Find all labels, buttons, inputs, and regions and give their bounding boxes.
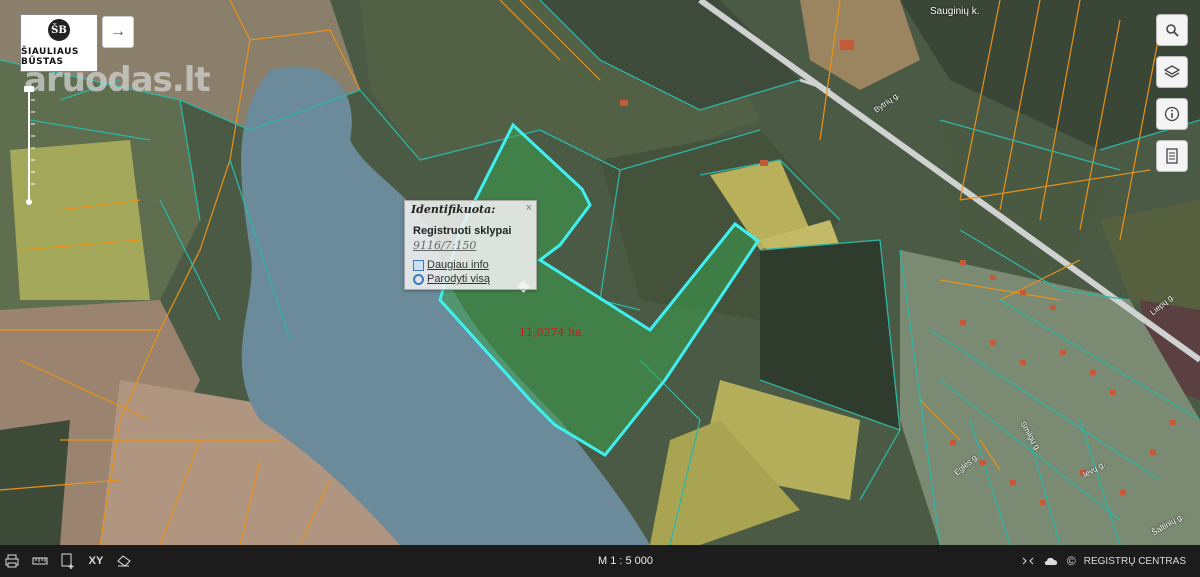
print-button[interactable] [4, 553, 20, 569]
document-icon [1166, 148, 1178, 164]
show-all-link[interactable]: Parodyti visą [413, 273, 490, 285]
print-icon [5, 554, 19, 568]
search-button[interactable] [1156, 14, 1188, 46]
coordinates-button[interactable]: XY [88, 553, 104, 569]
village-label: Sauginių k. [930, 6, 980, 17]
magnifier-icon [413, 273, 424, 285]
more-info-label: Daugiau info [427, 259, 489, 271]
ruler-icon [32, 557, 48, 565]
popup-layer-name: Registruoti sklypai [413, 225, 512, 237]
parcel-area-label: 11,0274 ha [519, 326, 582, 339]
show-all-label: Parodyti visą [427, 273, 490, 285]
copyright-icon: © [1066, 554, 1076, 568]
arrow-right-icon: → [110, 23, 126, 40]
layers-button[interactable] [1156, 56, 1188, 88]
xy-icon: XY [88, 555, 104, 567]
bottom-brand: © REGISTRŲ CENTRAS [1021, 545, 1186, 577]
popup-title: Identifikuota: [411, 203, 496, 216]
zoom-slider[interactable] [22, 84, 36, 208]
parcel-id-link[interactable]: 9116/7:150 [413, 239, 476, 252]
brand-label: REGISTRŲ CENTRAS [1083, 555, 1186, 567]
eraser-button[interactable] [116, 553, 132, 569]
zoom-handle[interactable] [24, 86, 34, 92]
info-icon [1164, 106, 1180, 122]
identify-popup: Identifikuota: × Registruoti sklypai 911… [404, 200, 537, 290]
more-info-link[interactable]: Daugiau info [413, 259, 489, 271]
close-icon[interactable]: × [526, 202, 532, 214]
collapse-arrows-icon[interactable] [1021, 555, 1035, 567]
eraser-icon [117, 555, 131, 567]
cloud-icon[interactable] [1043, 555, 1059, 567]
add-document-icon [61, 553, 74, 569]
scale-display: M 1 : 5 000 [598, 555, 654, 567]
add-document-button[interactable] [60, 553, 76, 569]
legend-button[interactable] [1156, 140, 1188, 172]
bottom-bar: XY M 1 : 5 000 © REGISTRŲ CENTRAS [0, 545, 1200, 577]
expand-button[interactable]: → [102, 16, 134, 48]
search-icon [1166, 24, 1179, 37]
measure-button[interactable] [32, 553, 48, 569]
info-button[interactable] [1156, 98, 1188, 130]
layers-icon [1164, 65, 1180, 78]
logo-emblem: ŠB [48, 19, 70, 41]
right-toolbar [1156, 14, 1188, 172]
bottom-tools: XY [4, 545, 132, 577]
document-icon [413, 259, 424, 271]
watermark: aruodas.lt [24, 60, 211, 100]
